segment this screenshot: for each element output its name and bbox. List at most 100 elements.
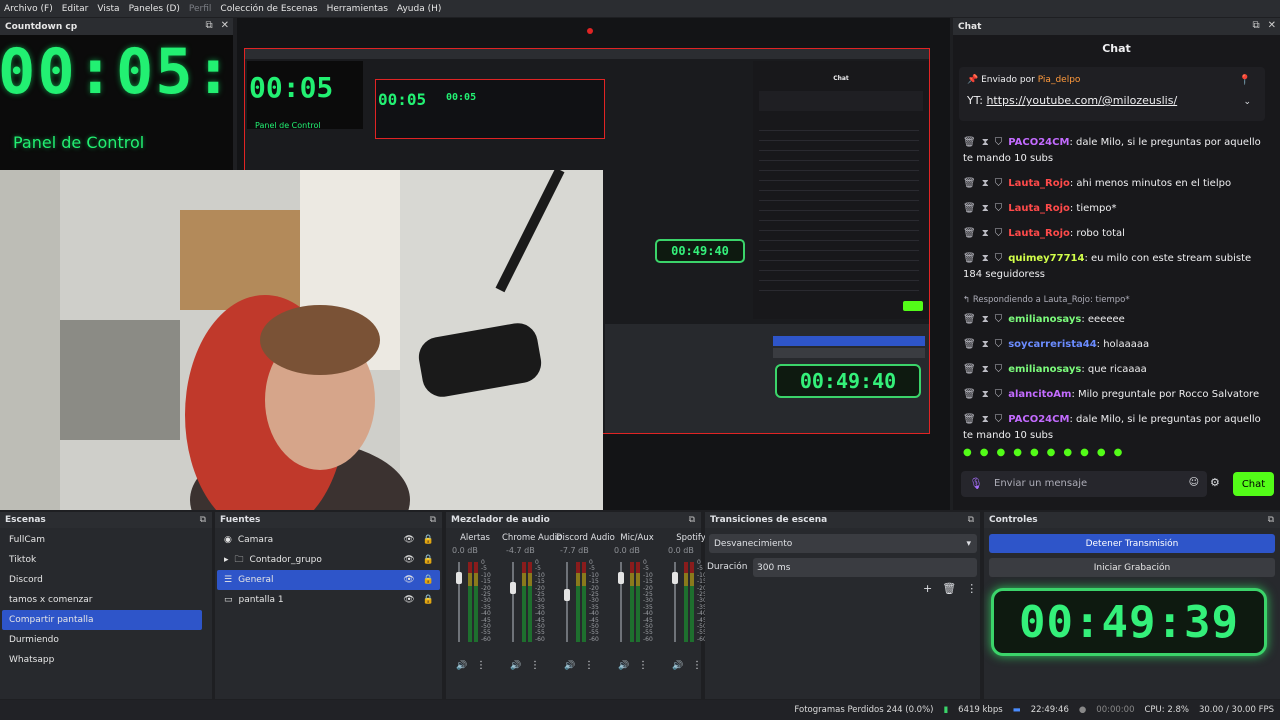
delete-icon[interactable]: 🗑	[963, 253, 976, 264]
timeout-icon[interactable]: ⧗	[982, 178, 989, 189]
channel-menu-icon[interactable]: ⋮	[584, 660, 594, 671]
emote-icon[interactable]: ●	[1047, 447, 1056, 458]
chat-username[interactable]: PACO24CM	[1008, 414, 1069, 425]
menu-ayuda[interactable]: Ayuda (H)	[397, 4, 441, 14]
float-icon[interactable]: ⧉	[968, 515, 974, 525]
channel-menu-icon[interactable]: ⋮	[692, 660, 702, 671]
timeout-icon[interactable]: ⧗	[982, 314, 989, 325]
delete-icon[interactable]: 🗑	[963, 314, 976, 325]
delete-icon[interactable]: 🗑	[963, 178, 976, 189]
chat-username[interactable]: emilianosays	[1008, 364, 1081, 375]
channel-menu-icon[interactable]: ⋮	[638, 660, 648, 671]
fader-knob[interactable]	[672, 572, 678, 585]
emote-icon[interactable]: ●	[963, 447, 972, 458]
float-icon[interactable]: ⧉	[689, 515, 695, 525]
scene-item[interactable]: FullCam	[2, 530, 202, 550]
chat-input-box[interactable]: 🎙 Enviar un mensaje ☺	[961, 471, 1207, 497]
chat-message[interactable]: 🗑 ⧗ ⛉ alancitoAm: Milo preguntale por Rocco…	[953, 387, 1273, 403]
delete-icon[interactable]: 🗑	[963, 339, 976, 350]
more-icon[interactable]: ⋮	[966, 582, 977, 595]
delete-icon[interactable]: 🗑	[963, 228, 976, 239]
fader-knob[interactable]	[564, 589, 570, 602]
emote-icon[interactable]: ●	[1114, 447, 1123, 458]
source-item[interactable]: ▸ 🗀 Contador_grupo 👁 🔒	[217, 550, 440, 570]
pinned-link[interactable]: https://youtube.com/@milozeuslis/	[986, 94, 1177, 107]
chat-message[interactable]: 🗑 ⧗ ⛉ soycarrerista44: holaaaaa	[953, 337, 1273, 353]
settings-gear-icon[interactable]: ⚙	[1210, 476, 1220, 489]
chat-message[interactable]: 🗑 ⧗ ⛉ emilianosays: eeeeee	[953, 312, 1273, 328]
delete-icon[interactable]: 🗑	[963, 364, 976, 375]
stop-stream-button[interactable]: Detener Transmisión	[989, 534, 1275, 553]
emote-row[interactable]: ● ● ● ● ● ● ● ● ● ●	[963, 447, 1122, 458]
transition-select[interactable]: Desvanecimiento ▾	[709, 534, 977, 553]
timeout-icon[interactable]: ⧗	[982, 253, 989, 264]
visibility-eye-icon[interactable]: 👁	[403, 575, 414, 585]
menu-paneles[interactable]: Paneles (D)	[129, 4, 180, 14]
chat-username[interactable]: PACO24CM	[1008, 137, 1069, 148]
chat-message[interactable]: 🗑 ⧗ ⛉ PACO24CM: dale Milo, si le preguntas …	[953, 135, 1273, 167]
mute-speaker-icon[interactable]: 🔊	[618, 661, 629, 671]
mute-speaker-icon[interactable]: 🔊	[456, 661, 467, 671]
chat-username[interactable]: quimey77714	[1008, 253, 1084, 264]
chat-username[interactable]: soycarrerista44	[1008, 339, 1096, 350]
chat-message[interactable]: 🗑 ⧗ ⛉ Lauta_Rojo: tiempo*	[953, 201, 1273, 217]
chat-message[interactable]: 🗑 ⧗ ⛉ quimey77714: eu milo con este stream …	[953, 251, 1273, 283]
delete-icon[interactable]: 🗑	[942, 582, 956, 595]
start-record-button[interactable]: Iniciar Grabación	[989, 558, 1275, 577]
emote-icon[interactable]: ●	[996, 447, 1005, 458]
volume-fader[interactable]	[566, 562, 568, 642]
expand-arrow-icon[interactable]: ▸	[224, 555, 229, 565]
emote-icon[interactable]: ●	[980, 447, 989, 458]
chat-input[interactable]: Enviar un mensaje	[994, 478, 1087, 489]
scene-item[interactable]: tamos x comenzar	[2, 590, 202, 610]
lock-icon[interactable]: 🔒	[423, 535, 434, 545]
chat-send-button[interactable]: Chat	[1233, 472, 1274, 496]
duration-input[interactable]: 300 ms	[753, 558, 977, 577]
chat-message[interactable]: 🗑 ⧗ ⛉ emilianosays: que ricaaaa	[953, 362, 1273, 378]
visibility-eye-icon[interactable]: 👁	[403, 595, 414, 605]
mute-speaker-icon[interactable]: 🔊	[672, 661, 683, 671]
chat-username[interactable]: alancitoAm	[1008, 389, 1071, 400]
fader-knob[interactable]	[510, 582, 516, 595]
float-icon[interactable]: ⧉	[205, 20, 212, 31]
float-icon[interactable]: ⧉	[1252, 20, 1259, 31]
chat-message[interactable]: 🗑 ⧗ ⛉ PACO24CM: dale Milo, si le preguntas …	[953, 412, 1273, 444]
lock-icon[interactable]: 🔒	[423, 575, 434, 585]
delete-icon[interactable]: 🗑	[963, 203, 976, 214]
pinned-message[interactable]: 📌 Enviado por Pia_delpo YT: https://yout…	[959, 67, 1265, 121]
emote-icon[interactable]: ●	[1030, 447, 1039, 458]
timeout-icon[interactable]: ⧗	[982, 389, 989, 400]
scene-item[interactable]: Durmiendo	[2, 630, 202, 650]
channel-menu-icon[interactable]: ⋮	[476, 660, 486, 671]
fader-knob[interactable]	[618, 572, 624, 585]
scene-item-selected[interactable]: Compartir pantalla	[2, 610, 202, 630]
scene-item[interactable]: Tiktok	[2, 550, 202, 570]
menu-perfil[interactable]: Perfil	[189, 4, 212, 14]
source-item-selected[interactable]: ☰ General 👁 🔒	[217, 570, 440, 590]
timeout-icon[interactable]: ⧗	[982, 203, 989, 214]
timeout-icon[interactable]: ⧗	[982, 414, 989, 425]
chat-username[interactable]: Lauta_Rojo	[1008, 178, 1070, 189]
menu-editar[interactable]: Editar	[62, 4, 89, 14]
chat-message[interactable]: 🗑 ⧗ ⛉ Lauta_Rojo: ahi menos minutos en el t…	[953, 176, 1273, 192]
unpin-icon[interactable]: 📍	[1239, 75, 1251, 86]
mic-icon[interactable]: 🎙	[969, 477, 983, 490]
timeout-icon[interactable]: ⧗	[982, 228, 989, 239]
chat-username[interactable]: emilianosays	[1008, 314, 1081, 325]
add-icon[interactable]: +	[923, 582, 932, 595]
mute-speaker-icon[interactable]: 🔊	[510, 661, 521, 671]
menu-archivo[interactable]: Archivo (F)	[4, 4, 53, 14]
channel-menu-icon[interactable]: ⋮	[530, 660, 540, 671]
volume-fader[interactable]	[512, 562, 514, 642]
chat-message[interactable]: 🗑 ⧗ ⛉ Lauta_Rojo: robo total	[953, 226, 1273, 242]
timeout-icon[interactable]: ⧗	[982, 137, 989, 148]
visibility-eye-icon[interactable]: 👁	[403, 555, 414, 565]
transform-handle[interactable]	[587, 28, 593, 34]
delete-icon[interactable]: 🗑	[963, 414, 976, 425]
timeout-icon[interactable]: ⧗	[982, 339, 989, 350]
float-icon[interactable]: ⧉	[430, 515, 436, 525]
menu-herramientas[interactable]: Herramientas	[327, 4, 388, 14]
emoji-icon[interactable]: ☺	[1189, 477, 1199, 488]
chevron-down-icon[interactable]: ⌄	[1243, 97, 1251, 107]
delete-icon[interactable]: 🗑	[963, 389, 976, 400]
